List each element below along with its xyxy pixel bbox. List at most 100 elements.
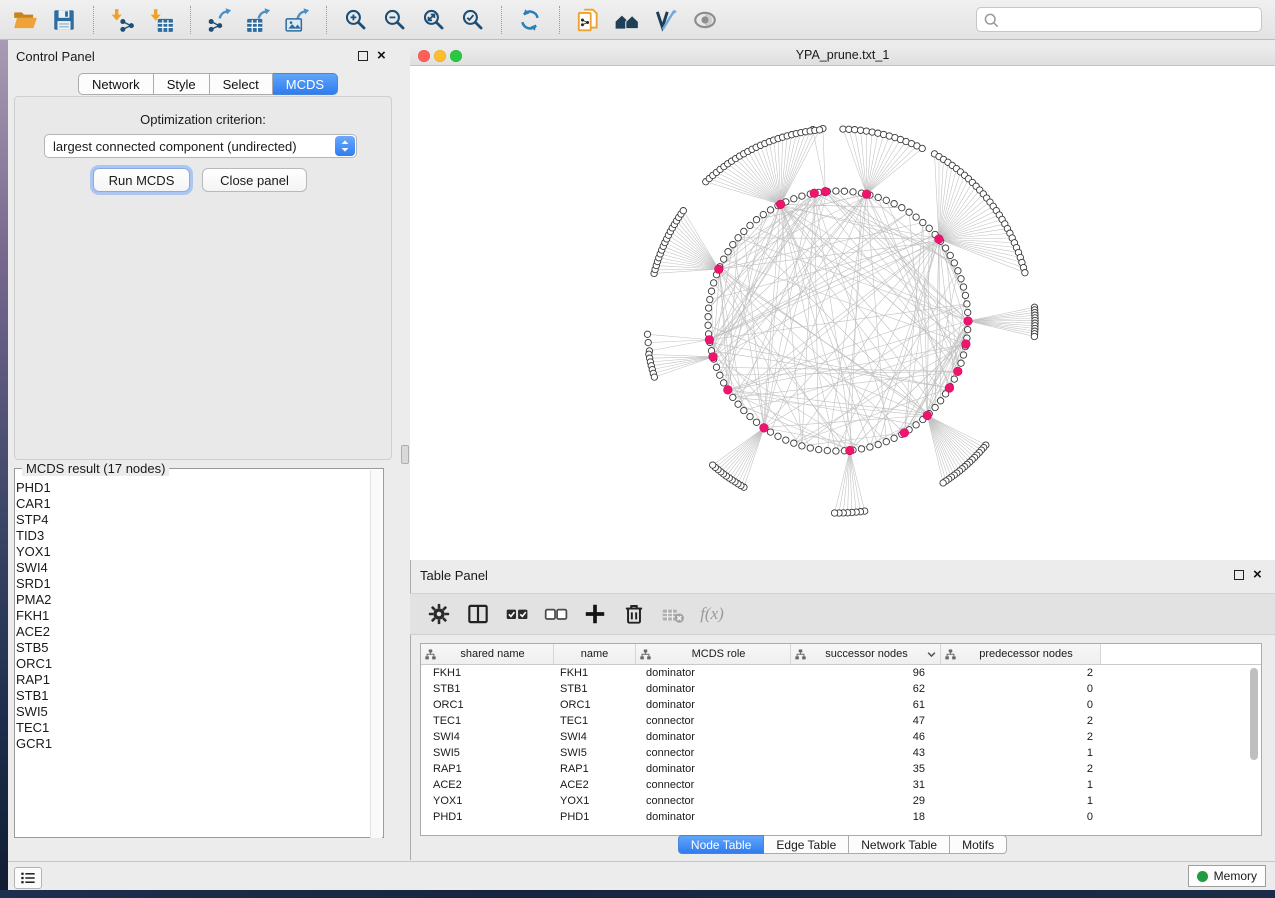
cell-predecessor-nodes[interactable]: 2 <box>941 763 1101 775</box>
graphics-details-icon[interactable] <box>651 6 681 34</box>
zoom-in-icon[interactable] <box>340 6 370 34</box>
tab-node-table[interactable]: Node Table <box>678 835 765 854</box>
cell-name[interactable]: SWI4 <box>554 731 636 743</box>
cell-MCDS-role[interactable]: connector <box>636 747 791 759</box>
table-row[interactable]: PHD1PHD1dominator180 <box>421 809 1261 825</box>
run-mcds-button[interactable]: Run MCDS <box>93 168 190 192</box>
table-row[interactable]: ACE2ACE2connector311 <box>421 777 1261 793</box>
table-row[interactable]: RAP1RAP1dominator352 <box>421 761 1261 777</box>
cell-MCDS-role[interactable]: dominator <box>636 731 791 743</box>
search-input[interactable] <box>999 12 1255 28</box>
cell-shared-name[interactable]: ACE2 <box>421 779 554 791</box>
table-row[interactable]: ORC1ORC1dominator610 <box>421 697 1261 713</box>
result-node-item[interactable]: SRD1 <box>16 576 346 592</box>
mcds-hub-node[interactable] <box>846 446 855 455</box>
result-node-item[interactable]: FKH1 <box>16 608 346 624</box>
add-column-icon[interactable] <box>582 601 608 627</box>
cell-MCDS-role[interactable]: dominator <box>636 699 791 711</box>
tab-mcds[interactable]: MCDS <box>273 73 338 95</box>
table-row[interactable]: SWI4SWI4dominator462 <box>421 729 1261 745</box>
table-row[interactable]: SWI5SWI5connector431 <box>421 745 1261 761</box>
cell-name[interactable]: YOX1 <box>554 795 636 807</box>
task-history-button[interactable] <box>14 867 42 889</box>
mcds-hub-node[interactable] <box>923 411 932 420</box>
cell-successor-nodes[interactable]: 18 <box>791 811 941 823</box>
result-node-item[interactable]: SWI5 <box>16 704 346 720</box>
show-hide-graphics-icon[interactable] <box>690 6 720 34</box>
result-node-item[interactable]: STP4 <box>16 512 346 528</box>
mcds-hub-node[interactable] <box>776 200 785 209</box>
deselect-checks-icon[interactable] <box>543 601 569 627</box>
import-network-icon[interactable] <box>107 6 137 34</box>
cell-successor-nodes[interactable]: 96 <box>791 667 941 679</box>
tab-network[interactable]: Network <box>78 73 154 95</box>
table-row[interactable]: YOX1YOX1connector291 <box>421 793 1261 809</box>
cell-successor-nodes[interactable]: 46 <box>791 731 941 743</box>
float-panel-icon[interactable] <box>1234 570 1244 580</box>
mcds-hub-node[interactable] <box>945 384 954 393</box>
memory-button[interactable]: Memory <box>1188 865 1266 887</box>
mcds-hub-node[interactable] <box>810 189 819 198</box>
cell-name[interactable]: PHD1 <box>554 811 636 823</box>
cell-shared-name[interactable]: ORC1 <box>421 699 554 711</box>
cell-predecessor-nodes[interactable]: 2 <box>941 731 1101 743</box>
cell-name[interactable]: FKH1 <box>554 667 636 679</box>
cell-name[interactable]: RAP1 <box>554 763 636 775</box>
result-node-item[interactable]: CAR1 <box>16 496 346 512</box>
divider-grip[interactable] <box>401 445 409 464</box>
cell-name[interactable]: SWI5 <box>554 747 636 759</box>
close-panel-icon[interactable]: × <box>377 50 386 62</box>
result-scrollbar[interactable] <box>370 470 382 838</box>
result-node-item[interactable]: STB1 <box>16 688 346 704</box>
export-image-icon[interactable] <box>282 6 312 34</box>
export-table-icon[interactable] <box>243 6 273 34</box>
cell-successor-nodes[interactable]: 47 <box>791 715 941 727</box>
close-panel-button[interactable]: Close panel <box>202 168 307 192</box>
cell-shared-name[interactable]: YOX1 <box>421 795 554 807</box>
result-node-item[interactable]: STB5 <box>16 640 346 656</box>
cell-name[interactable]: TEC1 <box>554 715 636 727</box>
cell-shared-name[interactable]: RAP1 <box>421 763 554 775</box>
table-row[interactable]: STB1STB1dominator620 <box>421 681 1261 697</box>
result-node-item[interactable]: RAP1 <box>16 672 346 688</box>
cell-predecessor-nodes[interactable]: 1 <box>941 779 1101 791</box>
save-icon[interactable] <box>49 6 79 34</box>
cell-MCDS-role[interactable]: dominator <box>636 811 791 823</box>
result-node-item[interactable]: SWI4 <box>16 560 346 576</box>
mcds-hub-node[interactable] <box>709 353 718 362</box>
refresh-icon[interactable] <box>515 6 545 34</box>
cell-MCDS-role[interactable]: connector <box>636 779 791 791</box>
result-node-item[interactable]: PMA2 <box>16 592 346 608</box>
export-network-icon[interactable] <box>204 6 234 34</box>
mcds-hub-node[interactable] <box>935 235 944 244</box>
cell-predecessor-nodes[interactable]: 0 <box>941 699 1101 711</box>
mcds-hub-node[interactable] <box>715 265 724 274</box>
column-header-predecessor-nodes[interactable]: predecessor nodes <box>941 644 1101 664</box>
result-node-item[interactable]: GCR1 <box>16 736 346 752</box>
first-neighbors-icon[interactable] <box>612 6 642 34</box>
cell-successor-nodes[interactable]: 62 <box>791 683 941 695</box>
mcds-hub-node[interactable] <box>954 367 963 376</box>
mcds-hub-node[interactable] <box>821 187 830 196</box>
tab-motifs[interactable]: Motifs <box>950 835 1007 854</box>
import-table-icon[interactable] <box>146 6 176 34</box>
mcds-hub-node[interactable] <box>724 386 733 395</box>
table-row[interactable]: TEC1TEC1connector472 <box>421 713 1261 729</box>
tab-style[interactable]: Style <box>154 73 210 95</box>
select-all-checks-icon[interactable] <box>504 601 530 627</box>
cell-MCDS-role[interactable]: connector <box>636 795 791 807</box>
cell-MCDS-role[interactable]: dominator <box>636 683 791 695</box>
mcds-hub-node[interactable] <box>705 336 714 345</box>
cell-shared-name[interactable]: FKH1 <box>421 667 554 679</box>
result-node-item[interactable]: ACE2 <box>16 624 346 640</box>
table-scrollbar-thumb[interactable] <box>1250 668 1258 760</box>
cell-successor-nodes[interactable]: 43 <box>791 747 941 759</box>
gear-icon[interactable] <box>426 601 452 627</box>
tab-edge-table[interactable]: Edge Table <box>764 835 849 854</box>
zoom-out-icon[interactable] <box>379 6 409 34</box>
mcds-hub-node[interactable] <box>900 429 909 438</box>
result-node-item[interactable]: ORC1 <box>16 656 346 672</box>
cell-predecessor-nodes[interactable]: 1 <box>941 747 1101 759</box>
cell-name[interactable]: ACE2 <box>554 779 636 791</box>
column-header-successor-nodes[interactable]: successor nodes <box>791 644 941 664</box>
